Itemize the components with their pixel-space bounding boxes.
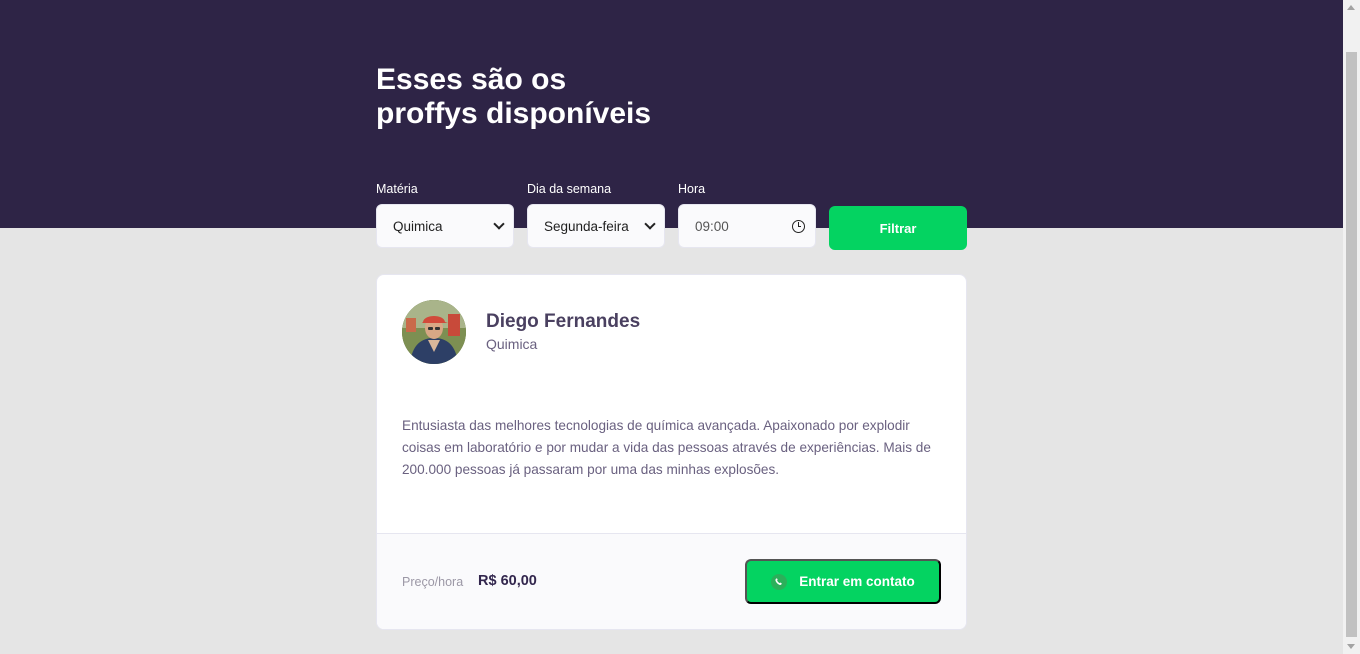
- page-title: Esses são os proffys disponíveis: [376, 63, 776, 131]
- price-label: Preço/hora: [402, 575, 464, 589]
- subject-label: Matéria: [376, 182, 418, 196]
- teacher-name: Diego Fernandes: [486, 311, 641, 332]
- teacher-card-footer: Preço/hora R$ 60,00 Entrar em contato: [377, 533, 966, 629]
- avatar-photo: [402, 300, 466, 364]
- time-input-value: 09:00: [695, 218, 729, 234]
- time-input[interactable]: 09:00: [678, 204, 816, 248]
- teacher-subject: Quimica: [486, 336, 538, 352]
- price-value: R$ 60,00: [478, 573, 537, 589]
- weekday-label: Dia da semana: [527, 182, 612, 196]
- contact-button[interactable]: Entrar em contato: [745, 559, 941, 604]
- scrollbar-thumb[interactable]: [1346, 52, 1357, 637]
- scroll-down-icon[interactable]: [1347, 644, 1355, 649]
- filter-button[interactable]: Filtrar: [829, 206, 967, 250]
- teacher-bio: Entusiasta das melhores tecnologias de q…: [402, 418, 931, 477]
- teacher-card: Diego Fernandes Quimica Entusiasta das m…: [376, 274, 967, 630]
- weekday-select-value: Segunda-feira: [544, 218, 629, 234]
- subject-select[interactable]: Quimica: [376, 204, 514, 248]
- whatsapp-icon: [771, 573, 788, 590]
- chevron-down-icon: [644, 218, 656, 230]
- contact-button-label: Entrar em contato: [799, 574, 915, 589]
- avatar: [402, 300, 466, 364]
- subject-select-value: Quimica: [393, 218, 443, 234]
- page-title-line-1: Esses são os: [376, 63, 567, 96]
- clock-icon[interactable]: [792, 219, 805, 233]
- time-label: Hora: [678, 182, 706, 196]
- weekday-select[interactable]: Segunda-feira: [527, 204, 665, 248]
- chevron-down-icon: [493, 218, 505, 230]
- page-title-line-2: proffys disponíveis: [376, 97, 652, 130]
- scroll-up-icon[interactable]: [1347, 5, 1355, 10]
- scrollbar[interactable]: [1343, 0, 1360, 654]
